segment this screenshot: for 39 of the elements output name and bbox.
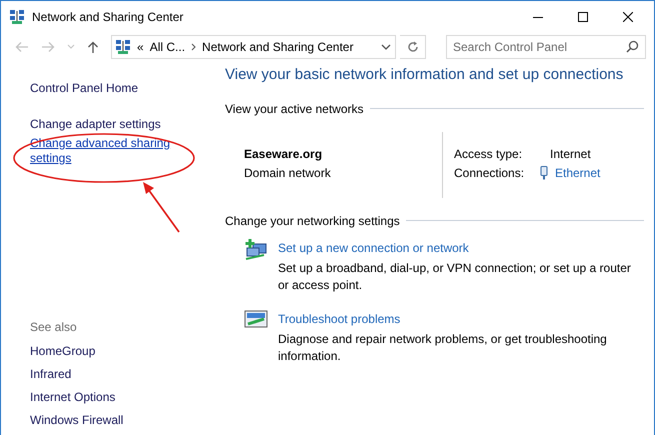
field-value: Internet xyxy=(550,146,591,160)
refresh-button[interactable] xyxy=(400,35,426,59)
refresh-icon xyxy=(406,41,418,53)
sidebar-link[interactable]: Control Panel Home xyxy=(30,81,217,96)
connection-link[interactable]: Ethernet xyxy=(555,164,600,182)
new-connection-icon xyxy=(244,238,268,260)
task-description: Diagnose and repair network problems, or get troubleshooting information. xyxy=(278,330,608,364)
see-also-link[interactable]: Internet Options xyxy=(30,390,217,405)
sidebar-link[interactable]: Change adapter settings xyxy=(30,117,217,132)
section-heading: See also xyxy=(30,319,78,336)
see-also-link[interactable]: Infrared xyxy=(30,367,217,382)
network-icon xyxy=(115,39,131,55)
network-icon xyxy=(9,8,25,24)
page-title: View your basic network information and set up connections xyxy=(225,65,624,85)
section-heading: View your active networks xyxy=(225,100,364,118)
address-bar[interactable]: « All C... Network and Sharing Center xyxy=(111,35,396,59)
field-label: Access type: xyxy=(454,146,524,162)
search-field[interactable]: Search Control Panel xyxy=(446,35,646,59)
chevron-icon xyxy=(191,43,196,51)
maximize-icon xyxy=(578,12,588,22)
dropdown-icon[interactable] xyxy=(381,44,391,50)
network-name: Easeware.org xyxy=(244,146,324,162)
task-link[interactable]: Set up a new connection or network xyxy=(278,238,469,256)
close-icon xyxy=(622,12,632,22)
see-also-link[interactable]: Windows Firewall xyxy=(30,413,217,428)
field-label: Connections: xyxy=(454,164,526,182)
task-link[interactable]: Troubleshoot problems xyxy=(278,310,400,328)
overflow-chevron[interactable]: « xyxy=(137,38,144,56)
search-icon xyxy=(626,40,639,53)
ethernet-icon xyxy=(540,166,548,180)
sidebar-link[interactable]: Change advanced sharing settings xyxy=(30,136,180,166)
window-title: Network and Sharing Center xyxy=(32,8,184,26)
breadcrumb-item[interactable]: All C... xyxy=(150,38,186,56)
network-type: Domain network xyxy=(244,164,332,182)
see-also-link[interactable]: HomeGroup xyxy=(30,344,217,359)
breadcrumb-item[interactable]: Network and Sharing Center xyxy=(202,38,354,56)
task-description: Set up a broadband, dial-up, or VPN connection; or set up a router or access point. xyxy=(278,260,632,294)
troubleshoot-icon xyxy=(244,310,268,330)
section-heading: Change your networking settings xyxy=(225,212,400,230)
